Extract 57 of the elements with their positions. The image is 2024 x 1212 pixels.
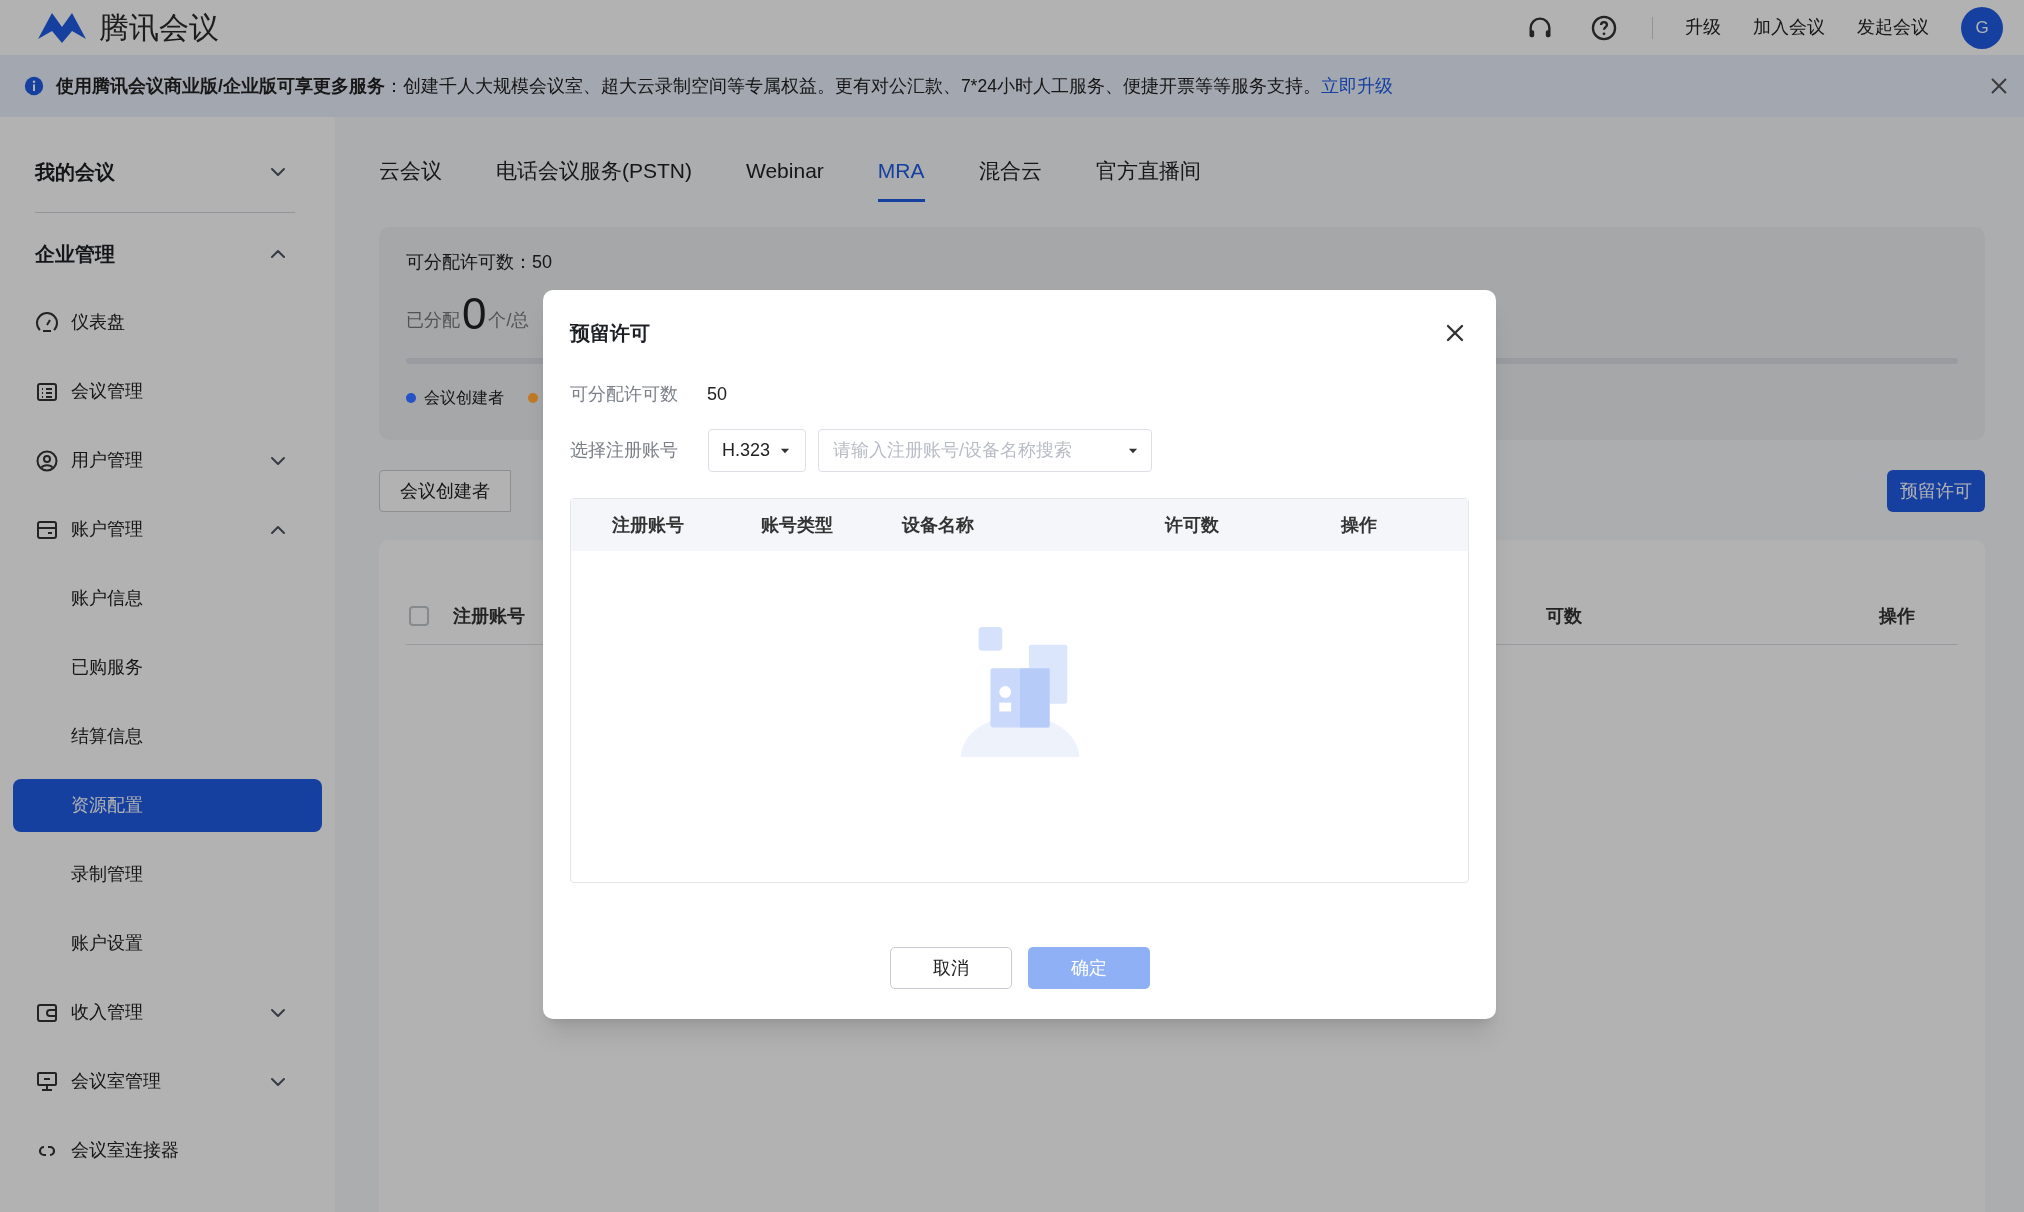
column-header: 注册账号 bbox=[611, 513, 685, 537]
banner-text: 使用腾讯会议商业版/企业版可享更多服务：创建千人大规模会议室、超大云录制空间等专属权益。更有对公汇款、7*24小时人工服务、便捷开票等等服务支持。 bbox=[56, 74, 1321, 98]
sidebar-item[interactable]: 会议管理 bbox=[13, 357, 322, 426]
column-header: 操作 bbox=[1879, 604, 1915, 628]
user-icon bbox=[35, 448, 59, 473]
sidebar-subitem[interactable]: 已购服务 bbox=[13, 641, 322, 694]
tab[interactable]: 电话会议服务(PSTN) bbox=[496, 142, 692, 202]
sidebar-item[interactable]: 会议室管理 bbox=[13, 1047, 322, 1116]
sidebar-subitem[interactable]: 结算信息 bbox=[13, 710, 322, 763]
tab[interactable]: MRA bbox=[877, 142, 925, 202]
sidebar-subitem[interactable]: 账户信息 bbox=[13, 572, 322, 625]
sidebar-item[interactable]: 收入管理 bbox=[13, 978, 322, 1047]
type-select[interactable]: H.323 bbox=[708, 429, 806, 472]
sidebar-section[interactable]: 我的会议 bbox=[13, 137, 322, 206]
cancel-button[interactable]: 取消 bbox=[889, 947, 1012, 989]
sidebar-item[interactable]: 会议室连接器 bbox=[13, 1116, 322, 1185]
column-header: 设备名称 bbox=[902, 513, 975, 537]
monitor-icon bbox=[35, 1069, 59, 1094]
dialog-title: 预留许可 bbox=[570, 321, 650, 346]
user-avatar[interactable]: G bbox=[1961, 6, 2003, 49]
info-icon bbox=[24, 76, 44, 96]
field-label: 可分配许可数 bbox=[570, 382, 679, 406]
sidebar-section[interactable]: 企业管理 bbox=[13, 219, 322, 288]
column-header: 可数 bbox=[1546, 604, 1583, 628]
reserve-button[interactable]: 预留许可 bbox=[1887, 470, 1985, 512]
sidebar-item[interactable]: 用户管理 bbox=[13, 426, 322, 495]
sidebar-subitem[interactable]: 资源配置 bbox=[13, 779, 322, 832]
column-header: 许可数 bbox=[1165, 513, 1220, 537]
logo-text: 腾讯会议 bbox=[99, 10, 219, 46]
tab[interactable]: 云会议 bbox=[379, 142, 442, 202]
allocated-unit: 个/总 bbox=[488, 309, 530, 332]
sidebar-item[interactable]: 仪表盘 bbox=[13, 288, 322, 357]
sidebar-item[interactable]: 账户管理 bbox=[13, 495, 322, 564]
segment-tab[interactable]: 会议创建者 bbox=[379, 470, 511, 512]
header-link[interactable]: 发起会议 bbox=[1857, 14, 1929, 41]
tab[interactable]: Webinar bbox=[746, 142, 824, 202]
help-icon[interactable] bbox=[1590, 13, 1618, 42]
gauge-icon bbox=[35, 310, 59, 335]
allocated-label: 已分配 bbox=[406, 309, 460, 332]
sidebar-subitem[interactable]: 录制管理 bbox=[13, 848, 322, 901]
legend-label: 会议创建者 bbox=[424, 388, 504, 408]
search-field[interactable]: 请输入注册账号/设备名称搜索 bbox=[818, 429, 1152, 472]
available-value: 50 bbox=[532, 251, 553, 274]
tab[interactable]: 官方直播间 bbox=[1095, 142, 1201, 202]
sidebar-subitem[interactable]: 账户设置 bbox=[13, 917, 322, 970]
tab[interactable]: 混合云 bbox=[978, 142, 1042, 202]
select-all-checkbox[interactable] bbox=[409, 606, 429, 626]
available-label: 可分配许可数： bbox=[406, 251, 532, 274]
column-header: 操作 bbox=[1341, 513, 1377, 537]
allocated-count: 0 bbox=[462, 290, 487, 338]
header-link[interactable]: 加入会议 bbox=[1753, 14, 1825, 41]
column-header: 注册账号 bbox=[453, 604, 526, 628]
field-label: 选择注册账号 bbox=[570, 439, 679, 462]
upgrade-link[interactable]: 立即升级 bbox=[1320, 72, 1393, 100]
available-value: 50 bbox=[707, 382, 728, 406]
column-header: 账号类型 bbox=[761, 513, 834, 537]
header-link[interactable]: 升级 bbox=[1685, 14, 1721, 41]
